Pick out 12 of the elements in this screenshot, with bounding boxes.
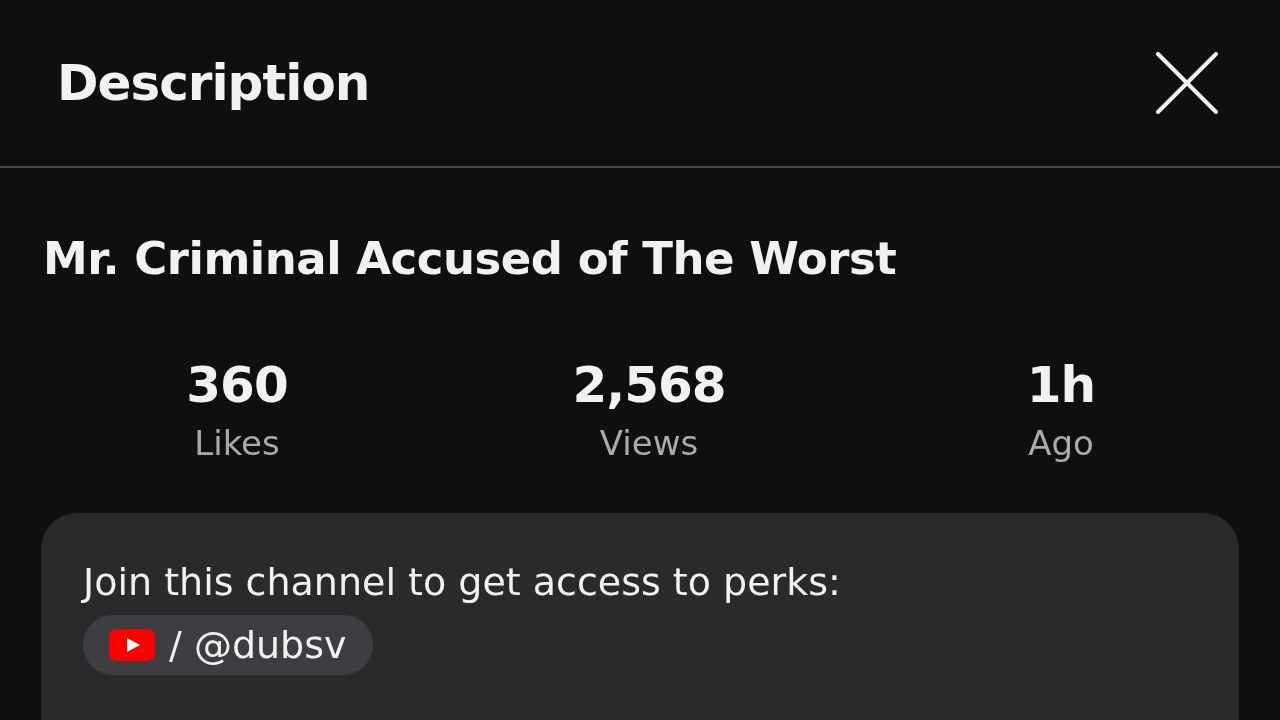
stat-label: Likes xyxy=(194,422,280,465)
stat-label: Views xyxy=(599,422,699,465)
stat-value: 360 xyxy=(186,355,288,415)
stat-value: 1h xyxy=(1026,355,1096,415)
channel-link[interactable]: / @dubsv xyxy=(83,615,373,675)
panel-title: Description xyxy=(57,54,370,112)
play-logo-icon xyxy=(109,629,155,661)
close-icon[interactable] xyxy=(1156,52,1218,114)
stat-label: Ago xyxy=(1028,422,1094,465)
video-title: Mr. Criminal Accused of The Worst xyxy=(43,232,898,285)
description-text: Join this channel to get access to perks: xyxy=(83,559,842,606)
stat-value: 2,568 xyxy=(572,355,726,415)
